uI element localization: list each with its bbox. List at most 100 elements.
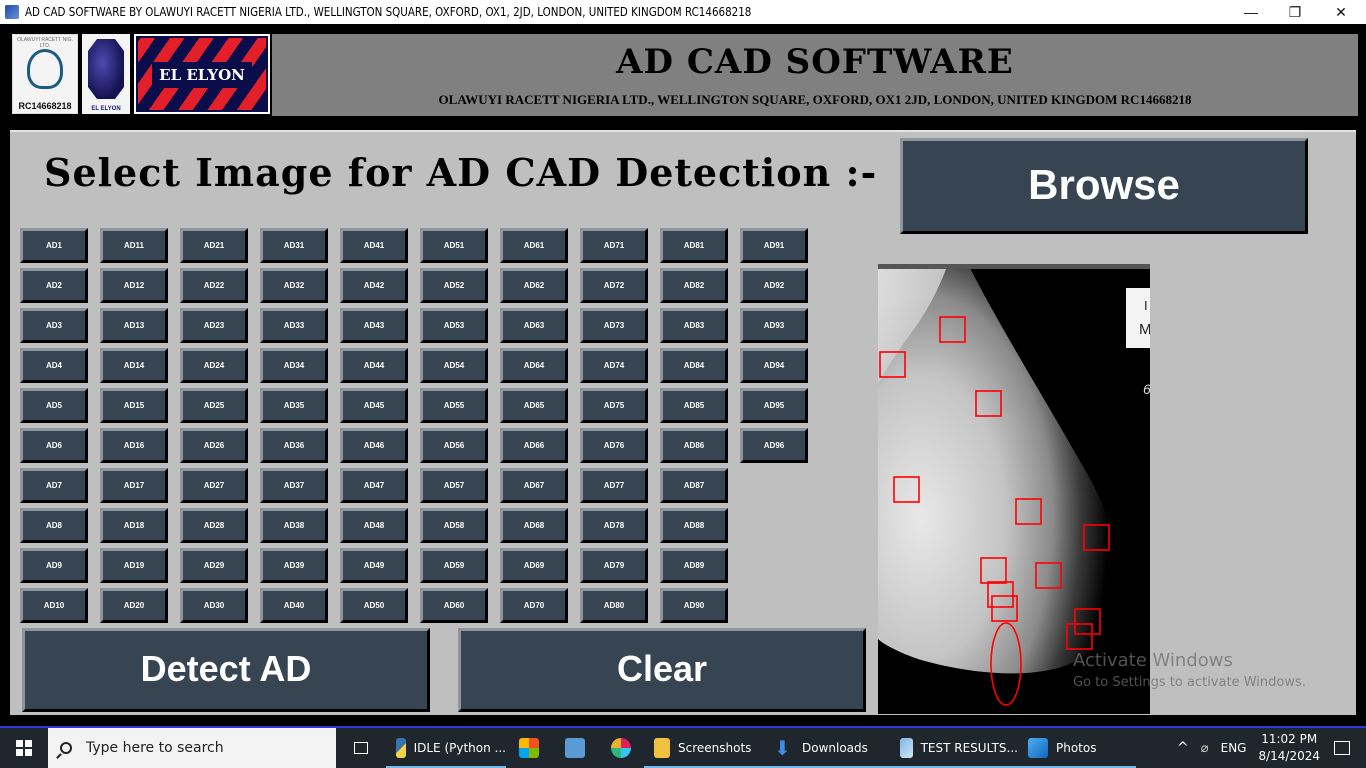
image-button-ad47[interactable]: AD47: [340, 468, 408, 503]
image-button-ad68[interactable]: AD68: [500, 508, 568, 543]
image-button-ad52[interactable]: AD52: [420, 268, 488, 303]
image-button-ad94[interactable]: AD94: [740, 348, 808, 383]
taskbar-item-photos[interactable]: Photos: [1018, 728, 1136, 768]
image-button-ad12[interactable]: AD12: [100, 268, 168, 303]
image-button-ad10[interactable]: AD10: [20, 588, 88, 623]
taskbar-item-downloads[interactable]: ⬇ Downloads: [764, 728, 890, 768]
image-button-ad34[interactable]: AD34: [260, 348, 328, 383]
image-button-ad90[interactable]: AD90: [660, 588, 728, 623]
network-disconnected-icon[interactable]: ⌀: [1201, 741, 1209, 756]
notifications-icon[interactable]: [1334, 741, 1350, 755]
image-button-ad7[interactable]: AD7: [20, 468, 88, 503]
image-button-ad44[interactable]: AD44: [340, 348, 408, 383]
image-button-ad35[interactable]: AD35: [260, 388, 328, 423]
image-button-ad80[interactable]: AD80: [580, 588, 648, 623]
image-button-ad43[interactable]: AD43: [340, 308, 408, 343]
language-indicator[interactable]: ENG: [1221, 741, 1247, 755]
image-button-ad75[interactable]: AD75: [580, 388, 648, 423]
image-button-ad15[interactable]: AD15: [100, 388, 168, 423]
start-button[interactable]: [0, 728, 48, 768]
image-button-ad93[interactable]: AD93: [740, 308, 808, 343]
image-button-ad16[interactable]: AD16: [100, 428, 168, 463]
image-button-ad73[interactable]: AD73: [580, 308, 648, 343]
image-button-ad23[interactable]: AD23: [180, 308, 248, 343]
image-button-ad96[interactable]: AD96: [740, 428, 808, 463]
image-button-ad60[interactable]: AD60: [420, 588, 488, 623]
detect-ad-button[interactable]: Detect AD: [22, 628, 430, 712]
image-button-ad53[interactable]: AD53: [420, 308, 488, 343]
image-button-ad57[interactable]: AD57: [420, 468, 488, 503]
image-button-ad95[interactable]: AD95: [740, 388, 808, 423]
image-button-ad22[interactable]: AD22: [180, 268, 248, 303]
image-button-ad83[interactable]: AD83: [660, 308, 728, 343]
chevron-up-icon[interactable]: ^: [1177, 740, 1189, 756]
image-button-ad18[interactable]: AD18: [100, 508, 168, 543]
image-button-ad38[interactable]: AD38: [260, 508, 328, 543]
image-button-ad82[interactable]: AD82: [660, 268, 728, 303]
image-button-ad64[interactable]: AD64: [500, 348, 568, 383]
image-button-ad31[interactable]: AD31: [260, 228, 328, 263]
image-button-ad11[interactable]: AD11: [100, 228, 168, 263]
image-button-ad14[interactable]: AD14: [100, 348, 168, 383]
image-button-ad79[interactable]: AD79: [580, 548, 648, 583]
image-button-ad24[interactable]: AD24: [180, 348, 248, 383]
image-button-ad87[interactable]: AD87: [660, 468, 728, 503]
browse-button[interactable]: Browse: [900, 138, 1308, 234]
image-button-ad62[interactable]: AD62: [500, 268, 568, 303]
image-button-ad85[interactable]: AD85: [660, 388, 728, 423]
maximize-button[interactable]: ❐: [1272, 0, 1318, 24]
image-button-ad30[interactable]: AD30: [180, 588, 248, 623]
image-button-ad63[interactable]: AD63: [500, 308, 568, 343]
image-button-ad49[interactable]: AD49: [340, 548, 408, 583]
close-button[interactable]: ✕: [1318, 0, 1364, 24]
image-button-ad50[interactable]: AD50: [340, 588, 408, 623]
image-button-ad21[interactable]: AD21: [180, 228, 248, 263]
image-button-ad56[interactable]: AD56: [420, 428, 488, 463]
image-button-ad9[interactable]: AD9: [20, 548, 88, 583]
image-button-ad28[interactable]: AD28: [180, 508, 248, 543]
image-button-ad89[interactable]: AD89: [660, 548, 728, 583]
image-button-ad17[interactable]: AD17: [100, 468, 168, 503]
image-button-ad25[interactable]: AD25: [180, 388, 248, 423]
image-button-ad54[interactable]: AD54: [420, 348, 488, 383]
taskbar-item-remote-desktop[interactable]: [552, 728, 598, 768]
image-button-ad41[interactable]: AD41: [340, 228, 408, 263]
taskbar-search[interactable]: Type here to search: [48, 728, 336, 768]
image-button-ad59[interactable]: AD59: [420, 548, 488, 583]
image-button-ad67[interactable]: AD67: [500, 468, 568, 503]
image-button-ad66[interactable]: AD66: [500, 428, 568, 463]
image-button-ad58[interactable]: AD58: [420, 508, 488, 543]
image-button-ad74[interactable]: AD74: [580, 348, 648, 383]
image-button-ad69[interactable]: AD69: [500, 548, 568, 583]
image-button-ad26[interactable]: AD26: [180, 428, 248, 463]
image-button-ad81[interactable]: AD81: [660, 228, 728, 263]
image-button-ad48[interactable]: AD48: [340, 508, 408, 543]
image-button-ad84[interactable]: AD84: [660, 348, 728, 383]
image-button-ad55[interactable]: AD55: [420, 388, 488, 423]
image-button-ad20[interactable]: AD20: [100, 588, 168, 623]
image-button-ad51[interactable]: AD51: [420, 228, 488, 263]
taskbar-item-screenshots[interactable]: Screenshots: [644, 728, 764, 768]
image-button-ad29[interactable]: AD29: [180, 548, 248, 583]
image-button-ad8[interactable]: AD8: [20, 508, 88, 543]
clock[interactable]: 11:02 PM 8/14/2024: [1258, 731, 1320, 765]
image-button-ad65[interactable]: AD65: [500, 388, 568, 423]
image-button-ad86[interactable]: AD86: [660, 428, 728, 463]
image-button-ad37[interactable]: AD37: [260, 468, 328, 503]
image-button-ad46[interactable]: AD46: [340, 428, 408, 463]
image-button-ad39[interactable]: AD39: [260, 548, 328, 583]
image-button-ad42[interactable]: AD42: [340, 268, 408, 303]
image-button-ad13[interactable]: AD13: [100, 308, 168, 343]
image-button-ad32[interactable]: AD32: [260, 268, 328, 303]
image-button-ad45[interactable]: AD45: [340, 388, 408, 423]
image-button-ad6[interactable]: AD6: [20, 428, 88, 463]
image-button-ad61[interactable]: AD61: [500, 228, 568, 263]
clear-button[interactable]: Clear: [458, 628, 866, 712]
image-button-ad4[interactable]: AD4: [20, 348, 88, 383]
image-button-ad36[interactable]: AD36: [260, 428, 328, 463]
image-button-ad91[interactable]: AD91: [740, 228, 808, 263]
taskbar-item-slack[interactable]: [598, 728, 644, 768]
image-button-ad27[interactable]: AD27: [180, 468, 248, 503]
image-button-ad78[interactable]: AD78: [580, 508, 648, 543]
image-button-ad72[interactable]: AD72: [580, 268, 648, 303]
